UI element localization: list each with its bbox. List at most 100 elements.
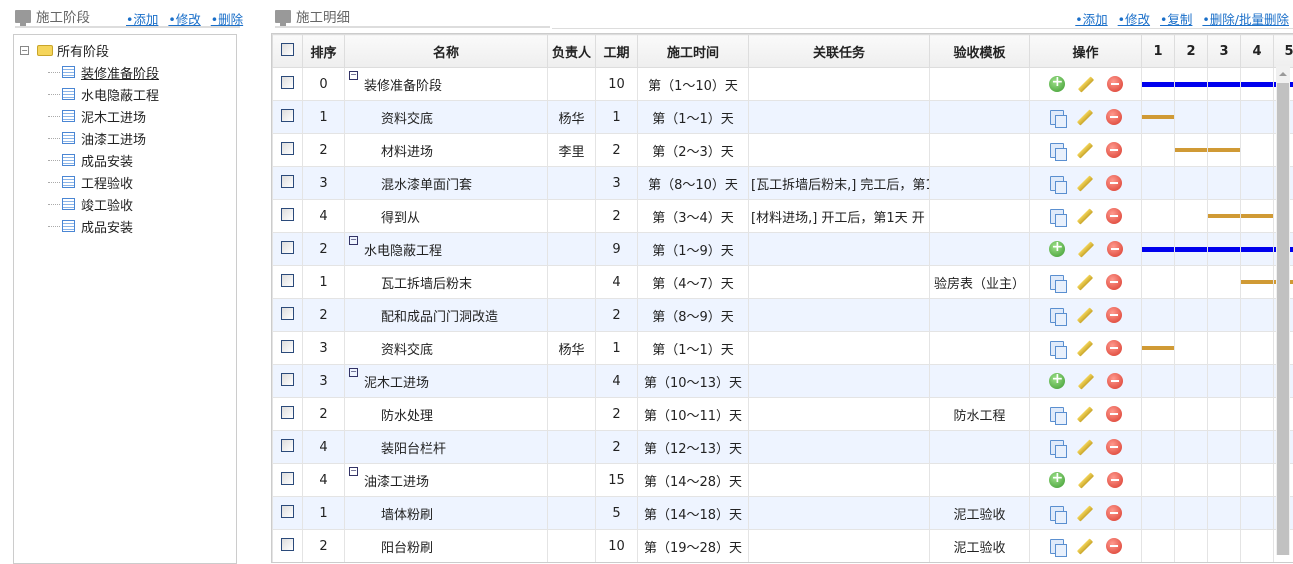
pencil-icon[interactable] — [1077, 472, 1093, 488]
row-checkbox[interactable] — [281, 373, 294, 386]
copy-icon[interactable] — [1050, 308, 1064, 323]
table-row[interactable]: 2 材料进场 李里 2 第（2～3）天 — [273, 134, 1293, 167]
tree-item[interactable]: 油漆工进场 — [14, 127, 236, 149]
collapse-icon[interactable]: − — [349, 236, 358, 245]
delete-icon[interactable] — [1106, 208, 1122, 224]
table-row[interactable]: 0 −装修准备阶段 10 第（1～10）天 — [273, 68, 1293, 101]
pencil-icon[interactable] — [1076, 109, 1092, 125]
table-row[interactable]: 2 防水处理 2 第（10～11）天 防水工程 — [273, 398, 1293, 431]
delete-icon[interactable] — [1106, 505, 1122, 521]
tree-item[interactable]: 装修准备阶段 — [14, 61, 236, 83]
pencil-icon[interactable] — [1076, 340, 1092, 356]
row-checkbox[interactable] — [281, 439, 294, 452]
copy-icon[interactable] — [1050, 341, 1064, 356]
table-row[interactable]: 4 装阳台栏杆 2 第（12～13）天 — [273, 431, 1293, 464]
table-row[interactable]: 2 配和成品门门洞改造 2 第（8～9）天 — [273, 299, 1293, 332]
detail-edit-link[interactable]: •修改 — [1118, 9, 1150, 28]
pencil-icon[interactable] — [1077, 76, 1093, 92]
pencil-icon[interactable] — [1077, 373, 1093, 389]
table-row[interactable]: 2 −水电隐蔽工程 9 第（1～9）天 — [273, 233, 1293, 266]
row-checkbox[interactable] — [281, 505, 294, 518]
copy-icon[interactable] — [1050, 539, 1064, 554]
table-row[interactable]: 4 −油漆工进场 15 第（14～28）天 — [273, 464, 1293, 497]
add-icon[interactable] — [1049, 241, 1065, 257]
tree-item[interactable]: 成品安装 — [14, 215, 236, 237]
table-row[interactable]: 3 −泥木工进场 4 第（10～13）天 — [273, 365, 1293, 398]
tree-item[interactable]: 水电隐蔽工程 — [14, 83, 236, 105]
pencil-icon[interactable] — [1076, 505, 1092, 521]
table-row[interactable]: 1 资料交底 杨华 1 第（1～1）天 — [273, 101, 1293, 134]
tree-item[interactable]: 成品安装 — [14, 149, 236, 171]
collapse-icon[interactable]: − — [349, 71, 358, 80]
add-icon[interactable] — [1049, 373, 1065, 389]
copy-icon[interactable] — [1050, 110, 1064, 125]
pencil-icon[interactable] — [1076, 142, 1092, 158]
table-row[interactable]: 2 阳台粉刷 10 第（19～28）天 泥工验收 — [273, 530, 1293, 563]
table-row[interactable]: 3 混水漆单面门套 3 第（8～10）天 [瓦工拆墙后粉末,] 完工后，第1 — [273, 167, 1293, 200]
row-checkbox[interactable] — [281, 538, 294, 551]
delete-icon[interactable] — [1106, 538, 1122, 554]
row-checkbox[interactable] — [281, 241, 294, 254]
pencil-icon[interactable] — [1076, 208, 1092, 224]
delete-icon[interactable] — [1106, 142, 1122, 158]
table-row[interactable]: 3 资料交底 杨华 1 第（1～1）天 — [273, 332, 1293, 365]
delete-icon[interactable] — [1107, 76, 1123, 92]
vertical-scrollbar[interactable] — [1276, 66, 1290, 555]
row-checkbox[interactable] — [281, 175, 294, 188]
delete-icon[interactable] — [1107, 472, 1123, 488]
copy-icon[interactable] — [1050, 275, 1064, 290]
row-checkbox[interactable] — [281, 307, 294, 320]
copy-icon[interactable] — [1050, 209, 1064, 224]
scroll-thumb[interactable] — [1277, 83, 1289, 555]
delete-icon[interactable] — [1106, 439, 1122, 455]
row-checkbox[interactable] — [281, 340, 294, 353]
row-checkbox[interactable] — [281, 472, 294, 485]
row-checkbox[interactable] — [281, 406, 294, 419]
delete-icon[interactable] — [1106, 274, 1122, 290]
delete-icon[interactable] — [1106, 109, 1122, 125]
add-icon[interactable] — [1049, 76, 1065, 92]
copy-icon[interactable] — [1050, 407, 1064, 422]
copy-icon[interactable] — [1050, 143, 1064, 158]
pencil-icon[interactable] — [1076, 406, 1092, 422]
detail-copy-link[interactable]: •复制 — [1160, 9, 1192, 28]
table-row[interactable]: 1 墙体粉刷 5 第（14～18）天 泥工验收 — [273, 497, 1293, 530]
row-checkbox[interactable] — [281, 109, 294, 122]
row-checkbox[interactable] — [281, 274, 294, 287]
pencil-icon[interactable] — [1076, 274, 1092, 290]
detail-add-link[interactable]: •添加 — [1075, 9, 1107, 28]
detail-delete-link[interactable]: •删除/批量删除 — [1202, 9, 1289, 28]
stage-edit-link[interactable]: •修改 — [168, 9, 200, 28]
collapse-icon[interactable]: − — [349, 368, 358, 377]
collapse-icon[interactable]: − — [349, 467, 358, 476]
table-row[interactable]: 4 得到从 2 第（3～4）天 [材料进场,] 开工后，第1天 开 — [273, 200, 1293, 233]
tree-item[interactable]: 工程验收 — [14, 171, 236, 193]
pencil-icon[interactable] — [1076, 307, 1092, 323]
select-all-checkbox[interactable] — [281, 43, 294, 56]
pencil-icon[interactable] — [1076, 439, 1092, 455]
delete-icon[interactable] — [1106, 307, 1122, 323]
row-checkbox[interactable] — [281, 208, 294, 221]
pencil-icon[interactable] — [1077, 241, 1093, 257]
copy-icon[interactable] — [1050, 506, 1064, 521]
pencil-icon[interactable] — [1076, 175, 1092, 191]
row-checkbox[interactable] — [281, 76, 294, 89]
scroll-up-icon[interactable] — [1279, 72, 1287, 76]
delete-icon[interactable] — [1107, 241, 1123, 257]
tree-item[interactable]: 竣工验收 — [14, 193, 236, 215]
tree-root[interactable]: − 所有阶段 — [14, 39, 236, 61]
tree-item[interactable]: 泥木工进场 — [14, 105, 236, 127]
collapse-icon[interactable]: − — [20, 46, 29, 55]
add-icon[interactable] — [1049, 472, 1065, 488]
delete-icon[interactable] — [1106, 406, 1122, 422]
stage-add-link[interactable]: •添加 — [126, 9, 158, 28]
delete-icon[interactable] — [1106, 175, 1122, 191]
delete-icon[interactable] — [1106, 340, 1122, 356]
copy-icon[interactable] — [1050, 440, 1064, 455]
copy-icon[interactable] — [1050, 176, 1064, 191]
row-checkbox[interactable] — [281, 142, 294, 155]
pencil-icon[interactable] — [1076, 538, 1092, 554]
stage-delete-link[interactable]: •删除 — [211, 9, 243, 28]
delete-icon[interactable] — [1107, 373, 1123, 389]
table-row[interactable]: 1 瓦工拆墙后粉末 4 第（4～7）天 验房表（业主） — [273, 266, 1293, 299]
